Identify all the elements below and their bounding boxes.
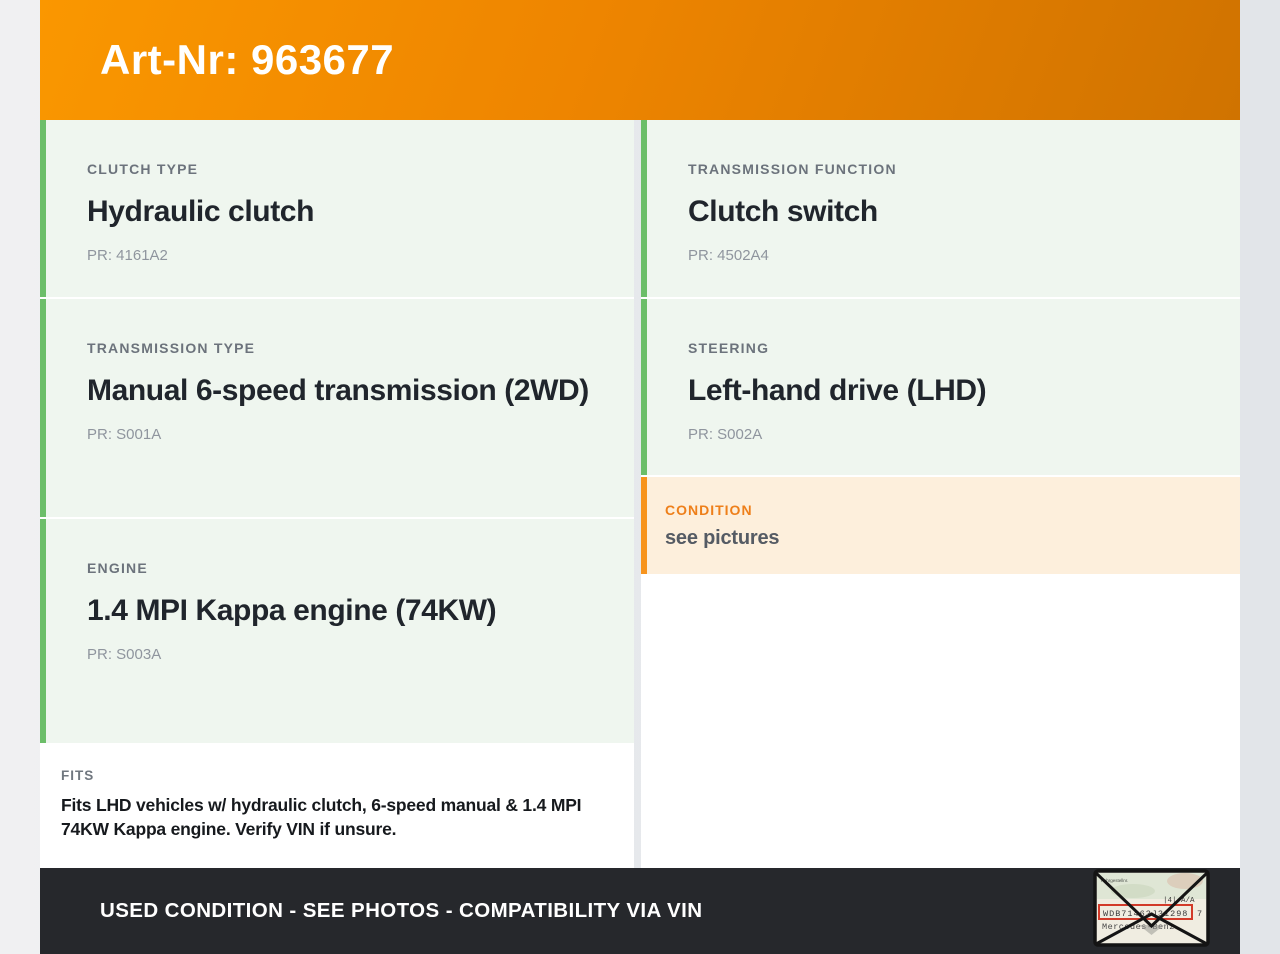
spec-label: TRANSMISSION TYPE xyxy=(87,340,256,356)
left-column: CLUTCH TYPE Hydraulic clutch PR: 4161A2 … xyxy=(40,120,634,868)
condition-card: CONDITION see pictures xyxy=(641,477,1240,574)
footer-banner: USED CONDITION - SEE PHOTOS - COMPATIBIL… xyxy=(40,868,1240,954)
spec-pr-code: PR: S001A xyxy=(87,426,162,443)
spec-card-transmission-type: TRANSMISSION TYPE Manual 6-speed transmi… xyxy=(40,299,634,517)
header-banner: Art-Nr: 963677 xyxy=(40,0,1240,120)
spec-label: TRANSMISSION FUNCTION xyxy=(688,161,897,177)
fits-card: FITS Fits LHD vehicles w/ hydraulic clut… xyxy=(40,745,634,865)
spec-value: 1.4 MPI Kappa engine (74KW) xyxy=(87,594,497,627)
fits-description: Fits LHD vehicles w/ hydraulic clutch, 6… xyxy=(61,795,582,839)
footer-notice-text: USED CONDITION - SEE PHOTOS - COMPATIBIL… xyxy=(100,899,703,922)
article-number-title: Art-Nr: 963677 xyxy=(100,36,395,83)
spec-card-transmission-function: TRANSMISSION FUNCTION Clutch switch PR: … xyxy=(641,120,1240,297)
spec-pr-code: PR: S003A xyxy=(87,646,162,663)
spec-value: Manual 6-speed transmission (2WD) xyxy=(87,374,589,407)
spec-grid: CLUTCH TYPE Hydraulic clutch PR: 4161A2 … xyxy=(40,120,1240,868)
condition-label: CONDITION xyxy=(665,502,753,518)
spec-value: Hydraulic clutch xyxy=(87,195,314,228)
spec-card-clutch-type: CLUTCH TYPE Hydraulic clutch PR: 4161A2 xyxy=(40,120,634,297)
spec-label: ENGINE xyxy=(87,560,148,576)
vin-document-envelope-image: Fahrgestellnr. |4| A/A WDB71463J31298 7 … xyxy=(1093,869,1210,947)
spec-card-engine: ENGINE 1.4 MPI Kappa engine (74KW) PR: S… xyxy=(40,519,634,743)
spec-value: Clutch switch xyxy=(688,195,878,228)
listing-page: Art-Nr: 963677 CLUTCH TYPE Hydraulic clu… xyxy=(0,0,1280,954)
brand-text: Mercedes-Benz xyxy=(1102,922,1175,932)
spec-label: CLUTCH TYPE xyxy=(87,161,199,177)
spec-pr-code: PR: 4502A4 xyxy=(688,247,769,264)
spec-value: Left-hand drive (LHD) xyxy=(688,374,987,407)
spec-label: STEERING xyxy=(688,340,770,356)
empty-area xyxy=(641,576,1240,868)
fits-label: FITS xyxy=(61,768,95,783)
vin-tail-text: 7 xyxy=(1197,909,1202,919)
condition-value: see pictures xyxy=(665,527,780,549)
envelope-icon: Fahrgestellnr. |4| A/A WDB71463J31298 7 … xyxy=(1093,869,1210,947)
right-column: TRANSMISSION FUNCTION Clutch switch PR: … xyxy=(641,120,1240,868)
spec-pr-code: PR: S002A xyxy=(688,426,763,443)
spec-card-steering: STEERING Left-hand drive (LHD) PR: S002A xyxy=(641,299,1240,475)
spec-pr-code: PR: 4161A2 xyxy=(87,247,168,264)
